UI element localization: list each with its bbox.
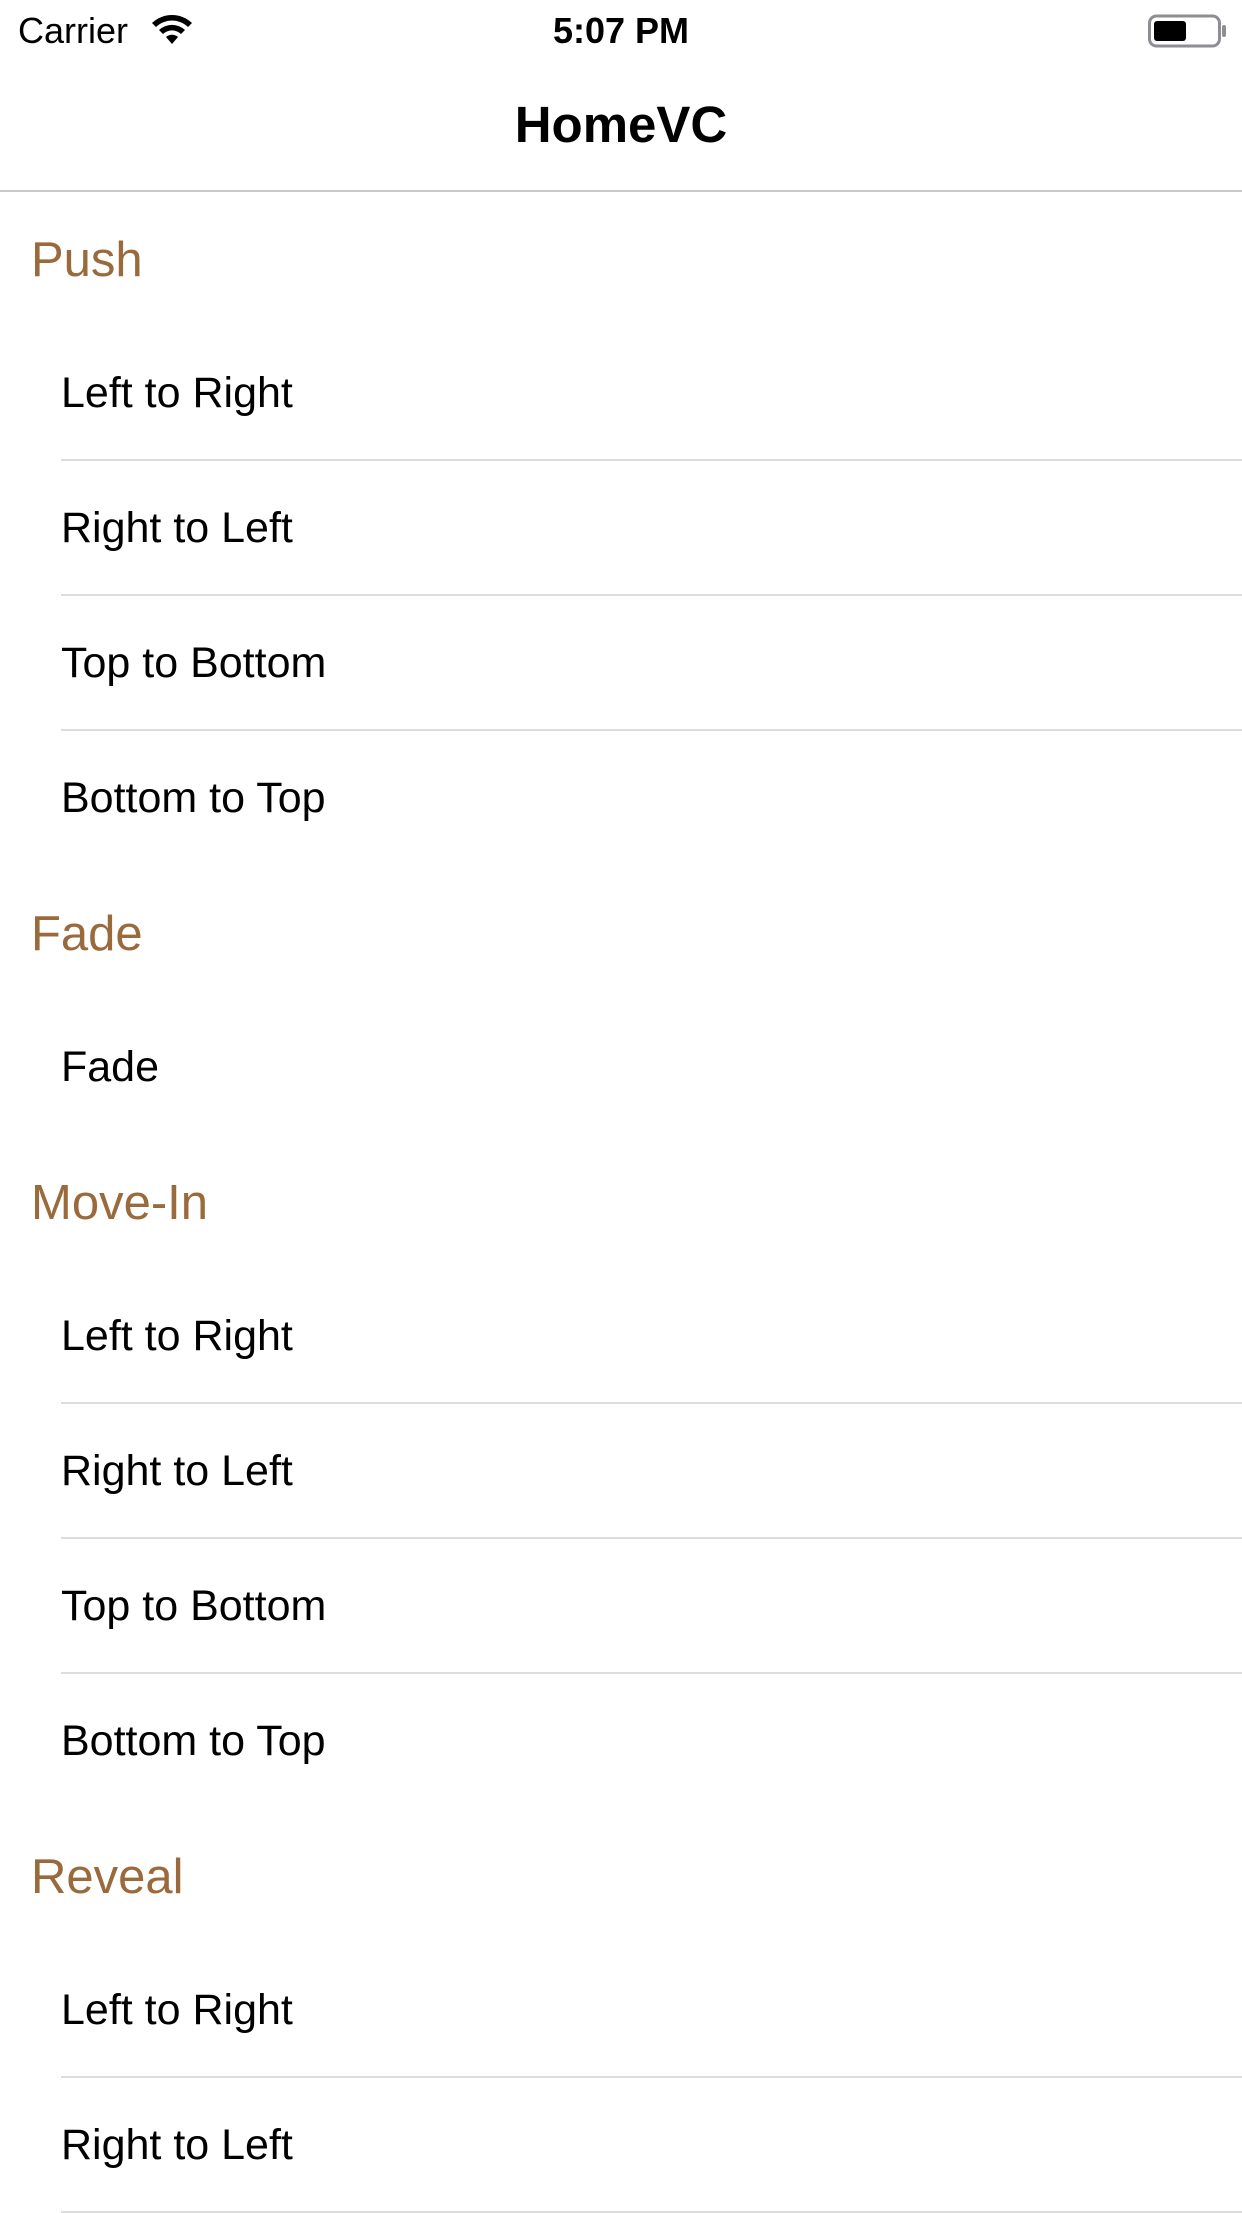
navigation-bar: HomeVC	[0, 60, 1242, 192]
list-item-label: Left to Right	[61, 1986, 293, 2034]
list-item[interactable]: Right to Left	[61, 2078, 1242, 2213]
section-title: Move-In	[31, 1176, 209, 1230]
list-item[interactable]: Left to Right	[61, 326, 1242, 461]
list-item-label: Right to Left	[61, 1447, 293, 1495]
status-bar: Carrier 5:07 PM	[0, 0, 1242, 60]
section-title: Reveal	[31, 1850, 184, 1904]
list-item[interactable]: Right to Left	[61, 1404, 1242, 1539]
list-item[interactable]: Top to Bottom	[61, 596, 1242, 731]
section-header-fade: Fade	[0, 866, 1242, 1000]
list-item-label: Left to Right	[61, 1312, 293, 1360]
list-item[interactable]: Top to Bottom	[61, 1539, 1242, 1674]
section-header-move-in: Move-In	[0, 1135, 1242, 1269]
page-title: HomeVC	[514, 96, 728, 153]
list-item-label: Right to Left	[61, 2121, 293, 2169]
transition-table: Push Left to Right Right to Left Top to …	[0, 192, 1242, 2213]
section-title: Push	[31, 233, 143, 287]
section-header-push: Push	[0, 192, 1242, 326]
list-item-label: Top to Bottom	[61, 1582, 327, 1630]
list-item[interactable]: Left to Right	[61, 1269, 1242, 1404]
section-title: Fade	[31, 907, 143, 961]
list-item[interactable]: Bottom to Top	[61, 731, 1242, 866]
list-item-label: Left to Right	[61, 369, 293, 417]
list-item-label: Top to Bottom	[61, 639, 327, 687]
list-item-label: Bottom to Top	[61, 1717, 326, 1765]
list-item-label: Bottom to Top	[61, 774, 326, 822]
list-item[interactable]: Bottom to Top	[61, 1674, 1242, 1809]
section-header-reveal: Reveal	[0, 1809, 1242, 1943]
list-item[interactable]: Right to Left	[61, 461, 1242, 596]
list-item-label: Right to Left	[61, 504, 293, 552]
list-item-label: Fade	[61, 1043, 160, 1091]
list-item[interactable]: Left to Right	[61, 1943, 1242, 2078]
list-item[interactable]: Fade	[61, 1000, 1242, 1135]
battery-icon	[1148, 14, 1226, 48]
clock: 5:07 PM	[552, 10, 690, 51]
